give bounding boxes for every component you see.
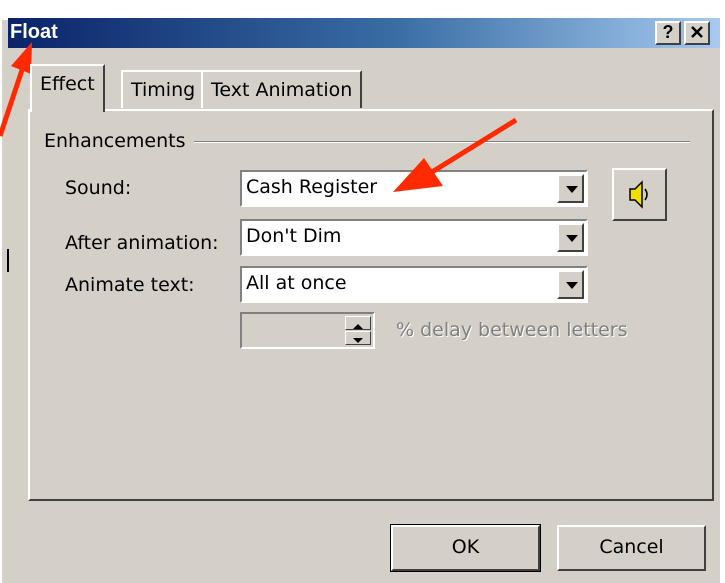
annotation-arrow-sound bbox=[393, 117, 518, 192]
annotation-arrow-title bbox=[0, 42, 32, 137]
tab-effect[interactable]: Effect bbox=[30, 64, 105, 112]
annotation-arrows bbox=[0, 42, 518, 272]
enhancements-group-label: Enhancements bbox=[44, 130, 194, 152]
